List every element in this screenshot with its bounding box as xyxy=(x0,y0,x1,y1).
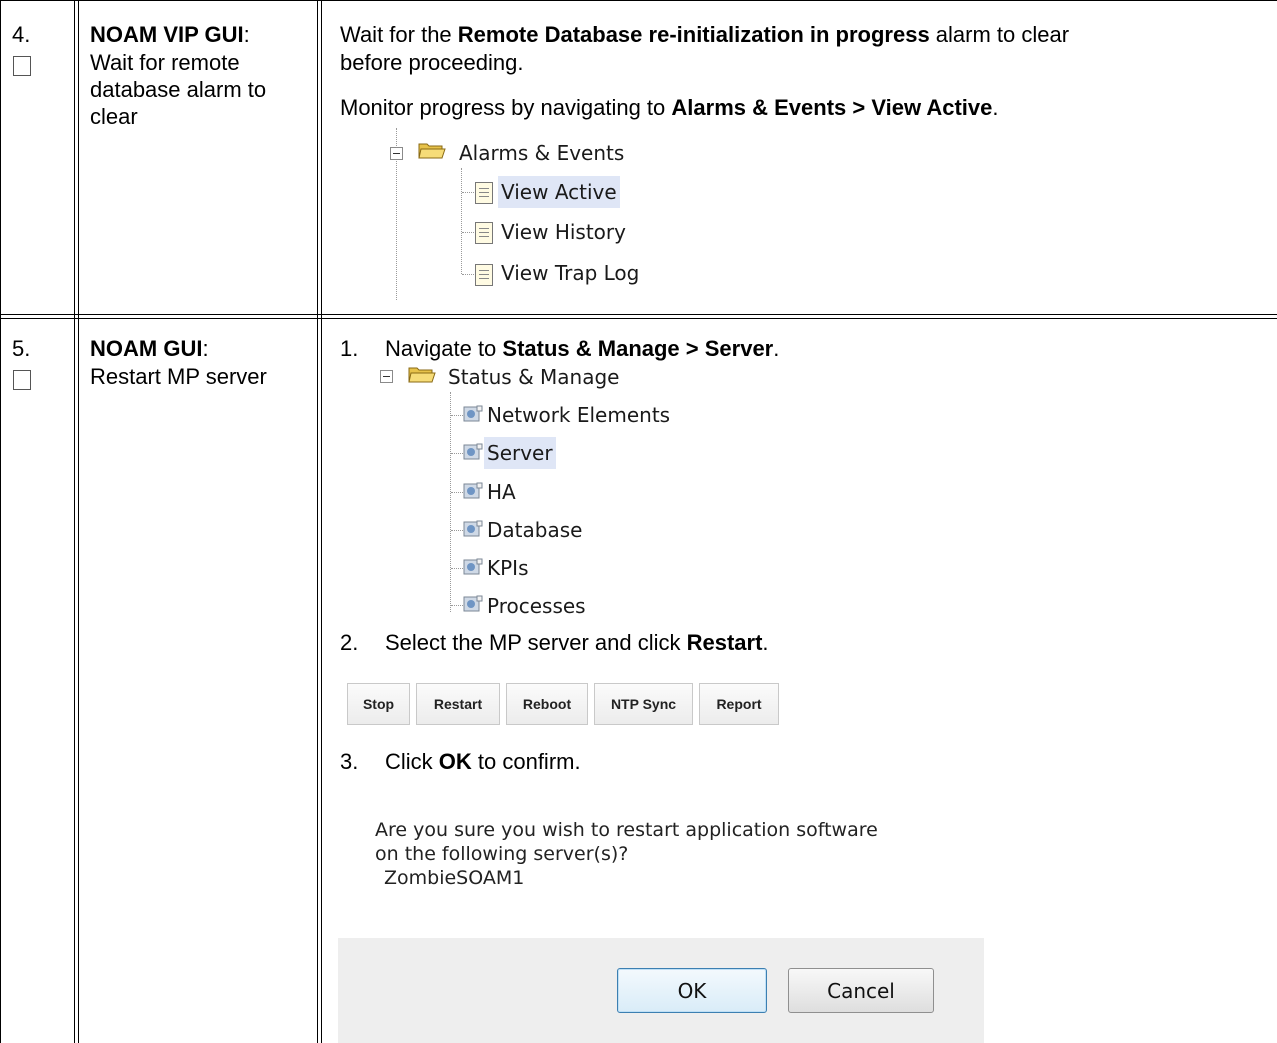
page-icon xyxy=(475,182,493,204)
tree-connector xyxy=(451,492,463,493)
tree-connector xyxy=(462,274,474,275)
step-title-bold: NOAM GUI xyxy=(90,336,203,361)
instruction-paragraph-cont: before proceeding. xyxy=(340,50,524,75)
step-number: 5. xyxy=(12,336,31,361)
confirm-message: Are you sure you wish to restart applica… xyxy=(375,819,878,841)
monitor-icon xyxy=(463,443,483,460)
page-icon xyxy=(475,222,493,244)
step-title-line: Wait for remote xyxy=(90,50,240,75)
col-divider-2 xyxy=(78,0,79,1043)
substep-text: Click OK to confirm. xyxy=(385,749,581,774)
tree-connector xyxy=(462,192,474,193)
stop-button[interactable]: Stop xyxy=(347,683,410,725)
step-checkbox[interactable] xyxy=(13,56,31,76)
monitor-icon xyxy=(463,405,483,422)
row-divider xyxy=(0,314,1277,315)
table-top-border xyxy=(0,0,1277,1)
col-divider-4 xyxy=(321,0,322,1043)
cancel-button[interactable]: Cancel xyxy=(788,968,934,1013)
col-divider-3 xyxy=(317,0,318,1043)
monitor-icon xyxy=(463,558,483,575)
ntp-sync-button[interactable]: NTP Sync xyxy=(594,683,693,725)
substep-number: 1. xyxy=(340,336,359,361)
tree-item-network-elements[interactable]: Network Elements xyxy=(484,399,673,431)
substep-text: Navigate to Status & Manage > Server. xyxy=(385,336,780,361)
tree-branch-guide xyxy=(450,392,451,612)
procedure-page: 4. NOAM VIP GUI: Wait for remote databas… xyxy=(0,0,1277,1043)
monitor-icon xyxy=(463,482,483,499)
tree-root-status-manage[interactable]: Status & Manage xyxy=(445,361,622,393)
tree-branch-guide xyxy=(461,168,462,274)
step-number: 4. xyxy=(12,22,31,47)
step-checkbox[interactable] xyxy=(13,370,31,390)
col-divider-1 xyxy=(74,0,75,1043)
instruction-paragraph: Wait for the Remote Database re-initiali… xyxy=(340,22,1070,47)
substep-text: Select the MP server and click Restart. xyxy=(385,630,769,655)
reboot-button[interactable]: Reboot xyxy=(506,683,588,725)
step-title-line: database alarm to xyxy=(90,77,267,102)
tree-item-database[interactable]: Database xyxy=(484,514,585,546)
tree-connector xyxy=(451,453,463,454)
tree-item-kpis[interactable]: KPIs xyxy=(484,552,532,584)
page-icon xyxy=(475,264,493,286)
tree-connector xyxy=(451,530,463,531)
tree-root-alarms-events[interactable]: Alarms & Events xyxy=(456,137,627,169)
tree-connector xyxy=(462,232,474,233)
tree-item-processes[interactable]: Processes xyxy=(484,590,589,622)
monitor-icon xyxy=(463,520,483,537)
restart-button[interactable]: Restart xyxy=(416,683,500,725)
server-name: ZombieSOAM1 xyxy=(384,867,525,889)
collapse-icon[interactable] xyxy=(390,147,403,160)
tree-connector xyxy=(451,605,463,606)
folder-open-icon xyxy=(408,367,436,383)
step-title: NOAM VIP GUI: xyxy=(90,22,250,47)
step-title-bold: NOAM VIP GUI xyxy=(90,22,244,47)
step-title: NOAM GUI: xyxy=(90,336,209,361)
step-title-line: Restart MP server xyxy=(90,364,267,389)
substep-number: 3. xyxy=(340,749,359,774)
tree-item-ha[interactable]: HA xyxy=(484,476,519,508)
substep-number: 2. xyxy=(340,630,359,655)
instruction-paragraph: Monitor progress by navigating to Alarms… xyxy=(340,95,999,120)
ok-button[interactable]: OK xyxy=(617,968,767,1013)
tree-item-view-active[interactable]: View Active xyxy=(498,176,620,208)
monitor-icon xyxy=(463,595,483,612)
report-button[interactable]: Report xyxy=(699,683,779,725)
row-divider-2 xyxy=(0,318,1277,319)
table-left-border xyxy=(0,0,1,1043)
tree-item-view-history[interactable]: View History xyxy=(498,216,629,248)
tree-item-view-trap-log[interactable]: View Trap Log xyxy=(498,257,642,289)
step-title-line: clear xyxy=(90,104,138,129)
collapse-icon[interactable] xyxy=(380,370,393,383)
confirm-message-cont: on the following server(s)? xyxy=(375,843,629,865)
tree-connector xyxy=(451,568,463,569)
folder-open-icon xyxy=(418,143,446,159)
tree-item-server[interactable]: Server xyxy=(484,437,556,469)
tree-connector xyxy=(451,415,463,416)
